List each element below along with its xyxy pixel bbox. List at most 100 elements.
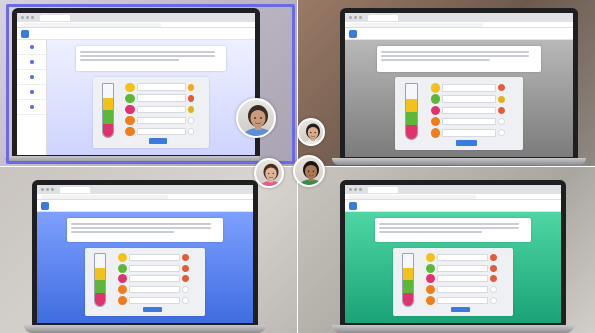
browser-tab-bar (345, 13, 573, 22)
app-menu-icon[interactable] (349, 201, 357, 210)
option-color-dot (426, 263, 436, 273)
question-text-line (379, 227, 520, 229)
browser-tab[interactable] (60, 186, 90, 193)
option-input[interactable] (129, 285, 181, 294)
tube-layer (403, 292, 414, 306)
lesson-area (345, 212, 561, 323)
eye-left (310, 131, 312, 134)
window-min-icon[interactable] (46, 188, 49, 191)
option-color-dot (430, 83, 441, 93)
lesson-area (37, 212, 253, 323)
option-color-dot (118, 263, 128, 273)
question-text-line (379, 231, 483, 233)
option-input[interactable] (437, 296, 489, 304)
option-status-icon (497, 129, 506, 137)
window-close-icon[interactable] (41, 188, 44, 191)
submit-button[interactable] (456, 139, 477, 146)
window-max-icon[interactable] (359, 16, 362, 19)
test-tube (402, 253, 415, 307)
option-row (118, 253, 189, 262)
tube-layer (403, 268, 414, 280)
browser-tab[interactable] (368, 14, 398, 21)
option-color-dot (430, 105, 441, 116)
option-row (430, 116, 506, 127)
app-header (345, 200, 561, 212)
option-color-dot (430, 116, 441, 127)
tube-layer (95, 279, 106, 293)
option-row (426, 253, 497, 262)
option-row (430, 83, 506, 93)
option-color-dot (118, 274, 128, 284)
laptop-screen (37, 185, 253, 323)
window-min-icon[interactable] (354, 16, 357, 19)
window-close-icon[interactable] (349, 188, 352, 191)
option-input[interactable] (442, 117, 496, 126)
test-tube (94, 253, 107, 307)
url-field[interactable] (41, 194, 169, 199)
question-card (375, 218, 531, 243)
url-field[interactable] (349, 194, 477, 199)
option-color-dot (426, 295, 436, 305)
webcam-boy-1 (297, 118, 325, 146)
window-close-icon[interactable] (349, 16, 352, 19)
option-status-icon (490, 264, 497, 272)
option-color-dot (426, 253, 436, 262)
option-row (118, 295, 189, 305)
submit-button[interactable] (142, 306, 162, 313)
option-row (430, 128, 506, 138)
option-status-icon (182, 275, 189, 283)
activity-card (395, 77, 523, 150)
laptop-top-right (340, 8, 578, 160)
option-input[interactable] (129, 275, 181, 283)
option-input[interactable] (442, 106, 496, 115)
option-row (426, 285, 497, 294)
option-input[interactable] (442, 129, 496, 137)
option-color-dot (430, 94, 441, 104)
submit-button[interactable] (450, 306, 470, 313)
eye-right (312, 170, 315, 173)
browser-tab-bar (37, 185, 253, 194)
window-max-icon[interactable] (51, 188, 54, 191)
eye-left (254, 117, 256, 119)
option-status-icon (182, 286, 189, 293)
laptop-base (332, 158, 586, 165)
option-status-icon (182, 254, 189, 261)
option-input[interactable] (437, 264, 489, 272)
eye-right (260, 117, 262, 119)
option-status-icon (182, 264, 189, 272)
option-status-icon (497, 118, 506, 126)
option-input[interactable] (437, 275, 489, 283)
window-min-icon[interactable] (354, 188, 357, 191)
eye-right (272, 172, 274, 175)
question-text-line (380, 55, 530, 57)
option-status-icon (497, 95, 506, 103)
option-color-dot (430, 128, 441, 138)
option-row (118, 274, 189, 284)
question-text-line (71, 223, 212, 225)
laptop-screen (345, 185, 561, 323)
app-menu-icon[interactable] (349, 29, 357, 38)
activity-card (84, 247, 206, 317)
option-color-dot (118, 295, 128, 305)
option-color-dot (118, 253, 128, 262)
option-input[interactable] (442, 95, 496, 103)
option-input[interactable] (129, 296, 181, 304)
laptop-base (24, 325, 266, 333)
question-text-line (71, 227, 212, 229)
question-text-line (380, 59, 491, 61)
url-field[interactable] (349, 22, 484, 27)
tube-layer (406, 99, 418, 112)
app-menu-icon[interactable] (41, 201, 49, 210)
browser-tab-bar (345, 185, 561, 194)
browser-tab[interactable] (368, 186, 398, 193)
option-row (430, 105, 506, 116)
option-input[interactable] (437, 285, 489, 294)
activity-card (392, 247, 514, 317)
option-input[interactable] (437, 253, 489, 262)
option-input[interactable] (129, 253, 181, 262)
option-input[interactable] (129, 264, 181, 272)
webcam-girl (254, 158, 284, 188)
window-max-icon[interactable] (359, 188, 362, 191)
laptop-screen (345, 13, 573, 157)
option-input[interactable] (442, 84, 496, 92)
